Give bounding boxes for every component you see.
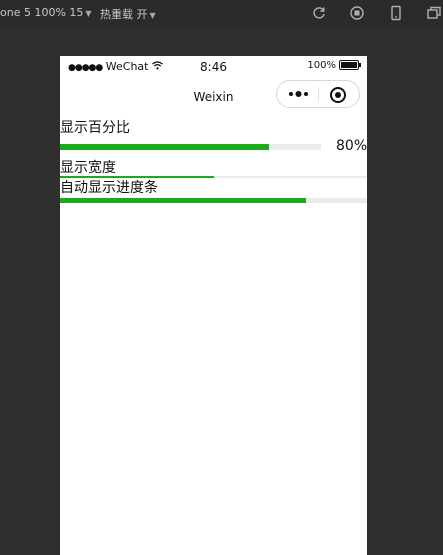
chevron-down-icon: ▼: [85, 9, 92, 18]
battery-icon: [339, 60, 361, 70]
battery-status: 100%: [307, 60, 361, 71]
progress-row-percent: 80%: [60, 138, 367, 158]
phone-simulator: ●●●●● WeChat 8:46 100% Weixin 显示百分比 80% …: [60, 56, 367, 555]
hotreload-label: 热重载 开: [100, 8, 148, 21]
status-bar: ●●●●● WeChat 8:46 100%: [60, 56, 367, 76]
progress-label-width: 显示宽度: [60, 160, 116, 176]
progress-fill: [60, 198, 306, 203]
device-label: one 5 100% 15: [0, 6, 84, 19]
progress-demo: 显示百分比 80% 显示宽度 自动显示进度条: [60, 118, 367, 218]
phone-preview-icon[interactable]: [388, 5, 404, 21]
hotreload-toggle[interactable]: 热重载 开 ▼: [100, 6, 156, 22]
progress-percent-text: 80%: [336, 138, 367, 154]
refresh-icon[interactable]: [311, 5, 327, 21]
progress-fill: [60, 144, 269, 150]
chevron-down-icon: ▼: [149, 11, 156, 20]
progress-row-width: [60, 176, 367, 178]
devtools-toolbar: one 5 100% 15 ▼ 热重载 开 ▼: [0, 0, 443, 26]
more-icon[interactable]: [287, 87, 311, 101]
progress-label-percent: 显示百分比: [60, 120, 130, 136]
stop-record-icon[interactable]: [349, 5, 365, 21]
progress-track: [60, 198, 367, 203]
menu-capsule: [276, 80, 360, 108]
progress-label-auto: 自动显示进度条: [60, 180, 158, 196]
window-icon[interactable]: [426, 5, 442, 21]
device-selector[interactable]: one 5 100% 15 ▼: [0, 6, 92, 19]
progress-fill: [60, 176, 214, 178]
progress-row-auto: [60, 198, 367, 218]
progress-track: [60, 176, 367, 178]
battery-label: 100%: [307, 60, 336, 71]
nav-bar: Weixin: [60, 80, 367, 114]
close-miniprogram-icon[interactable]: [329, 86, 347, 104]
progress-track: [60, 144, 321, 150]
capsule-divider: [318, 87, 319, 101]
